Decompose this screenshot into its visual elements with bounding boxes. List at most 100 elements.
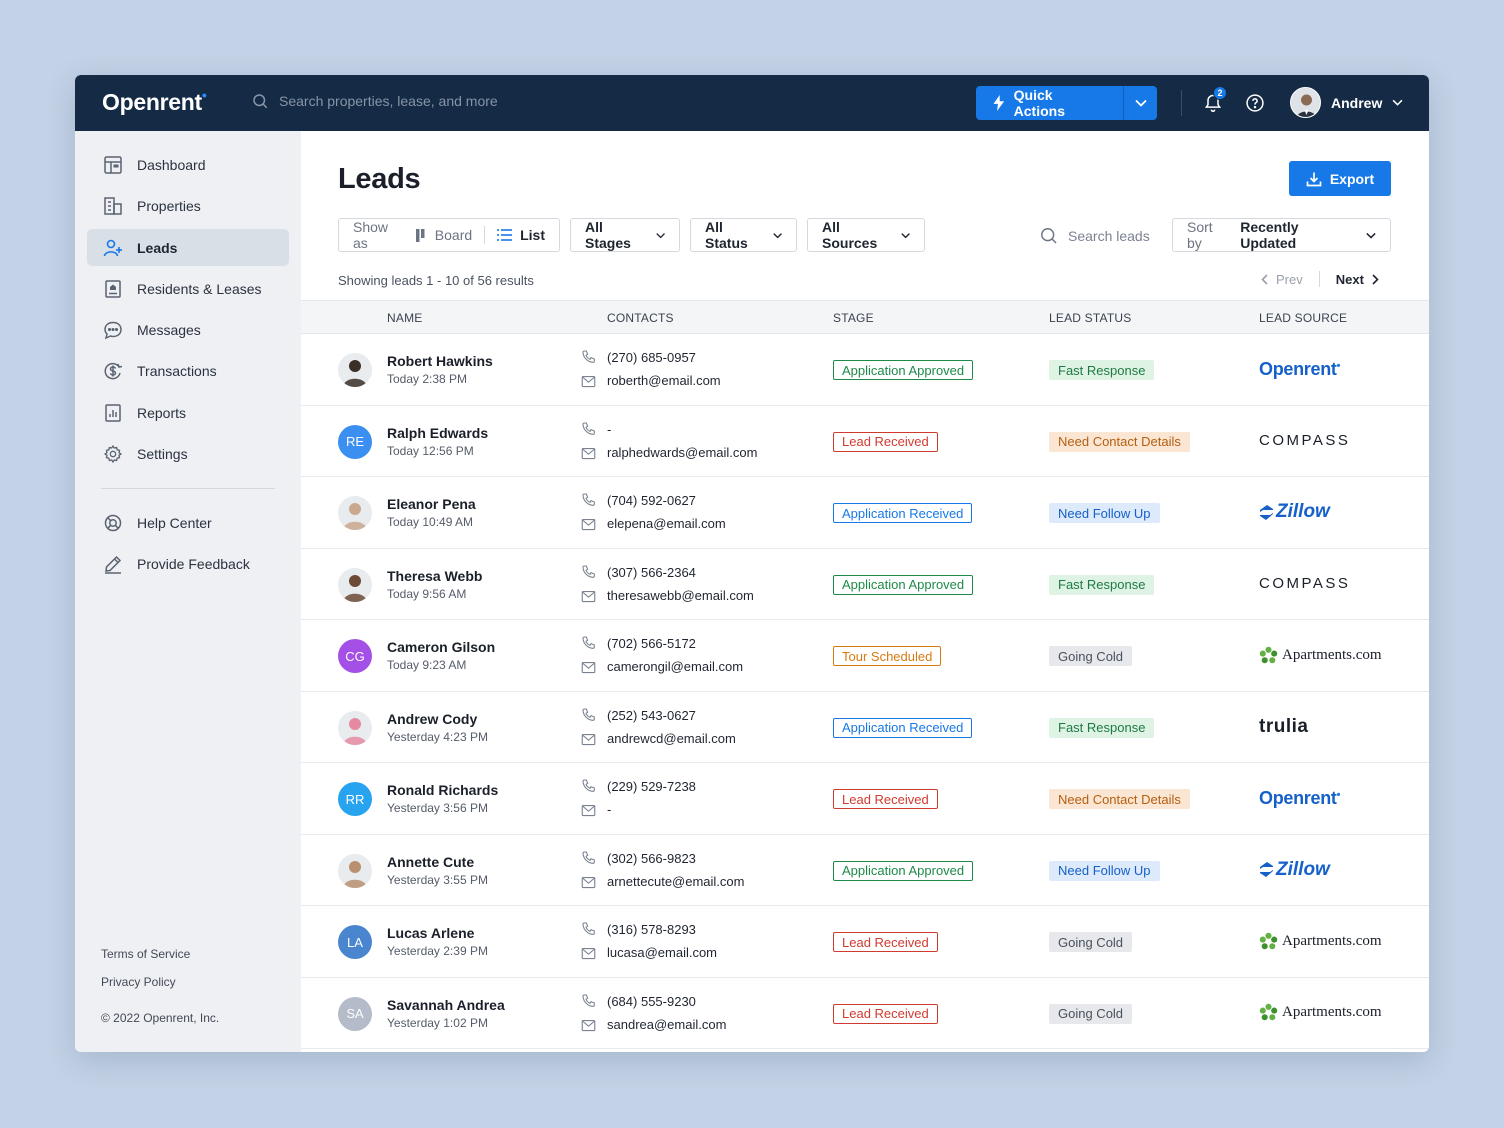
lead-email[interactable]: sandrea@email.com	[607, 1017, 726, 1032]
lead-phone[interactable]: (702) 566-5172	[607, 636, 696, 651]
lead-status-badge: Need Follow Up	[1049, 860, 1160, 881]
sidebar-item-settings[interactable]: Settings	[87, 435, 289, 472]
help-button[interactable]	[1245, 93, 1265, 118]
sidebar-item-provide-feedback[interactable]: Provide Feedback	[87, 545, 289, 582]
lead-phone[interactable]: (302) 566-9823	[607, 851, 696, 866]
sort-dropdown[interactable]: Sort by Recently Updated	[1172, 218, 1391, 252]
lead-source: Apartments.com	[1259, 1000, 1382, 1026]
lead-name[interactable]: Eleanor Pena	[387, 496, 476, 512]
table-row[interactable]: Theresa Webb Today 9:56 AM (307) 566-2364 t…	[301, 549, 1429, 620]
column-header-lead-source[interactable]: LEAD SOURCE	[1259, 311, 1347, 325]
column-header-stage[interactable]: STAGE	[833, 311, 874, 325]
board-view-button[interactable]: Board	[415, 227, 472, 243]
chevron-right-icon	[1372, 273, 1379, 285]
sidebar-item-leads[interactable]: Leads	[87, 229, 289, 266]
status-filter[interactable]: All Status	[690, 218, 797, 252]
stage-badge: Lead Received	[833, 932, 938, 952]
sidebar-item-messages[interactable]: Messages	[87, 311, 289, 348]
sidebar-item-properties[interactable]: Properties	[87, 187, 289, 224]
page-title: Leads	[338, 163, 421, 195]
lead-name[interactable]: Ralph Edwards	[387, 425, 488, 441]
lead-phone[interactable]: (684) 555-9230	[607, 994, 696, 1009]
lead-name[interactable]: Robert Hawkins	[387, 353, 493, 369]
lead-phone[interactable]: (307) 566-2364	[607, 565, 696, 580]
table-row[interactable]: SA Savannah Andrea Yesterday 1:02 PM (684) …	[301, 978, 1429, 1049]
building-icon	[104, 196, 122, 215]
export-button[interactable]: Export	[1289, 161, 1391, 196]
sidebar-item-label: Provide Feedback	[137, 555, 250, 572]
table-row[interactable]: RE Ralph Edwards Today 12:56 PM - ralphedwar…	[301, 406, 1429, 477]
global-search-placeholder[interactable]: Search properties, lease, and more	[279, 93, 498, 109]
lead-email[interactable]: andrewcd@email.com	[607, 731, 736, 746]
app-logo[interactable]: Openrent•	[102, 87, 207, 116]
lead-name[interactable]: Lucas Arlene	[387, 925, 474, 941]
results-summary: Showing leads 1 - 10 of 56 results	[338, 273, 534, 288]
sidebar-item-transactions[interactable]: Transactions	[87, 352, 289, 389]
lead-name[interactable]: Cameron Gilson	[387, 639, 495, 655]
sidebar-item-help-center[interactable]: Help Center	[87, 504, 289, 541]
view-toggle-divider	[484, 226, 486, 244]
lead-name[interactable]: Annette Cute	[387, 854, 474, 870]
sidebar-item-reports[interactable]: Reports	[87, 394, 289, 431]
privacy-link[interactable]: Privacy Policy	[101, 975, 176, 989]
mail-icon	[581, 447, 596, 465]
table-row[interactable]: Andrew Cody Yesterday 4:23 PM (252) 543-06…	[301, 692, 1429, 763]
stage-badge: Tour Scheduled	[833, 646, 942, 666]
sidebar-divider	[101, 488, 275, 489]
column-header-contacts[interactable]: CONTACTS	[607, 311, 674, 325]
chevron-down-icon	[1366, 232, 1376, 239]
table-row[interactable]: CG Cameron Gilson Today 9:23 AM (702) 566-5…	[301, 620, 1429, 692]
lead-phone[interactable]: (270) 685-0957	[607, 350, 696, 365]
dollar-icon	[104, 362, 123, 379]
table-row[interactable]: Annette Cute Yesterday 3:55 PM (302) 566-9…	[301, 835, 1429, 906]
column-header-name[interactable]: NAME	[387, 311, 422, 325]
next-page-button[interactable]: Next	[1336, 272, 1379, 287]
stages-filter[interactable]: All Stages	[570, 218, 680, 252]
lead-email[interactable]: roberth@email.com	[607, 373, 721, 388]
lead-email[interactable]: elepena@email.com	[607, 516, 726, 531]
quick-actions-button[interactable]: Quick Actions	[976, 86, 1123, 120]
lead-email[interactable]: lucasa@email.com	[607, 945, 717, 960]
phone-icon	[581, 707, 597, 728]
table-row[interactable]: Robert Hawkins Today 2:38 PM (270) 685-095…	[301, 334, 1429, 406]
list-view-button[interactable]: List	[497, 227, 545, 243]
main-content: Leads Export Show as Board List All Stag…	[301, 131, 1429, 1052]
search-leads[interactable]: Search leads	[1039, 226, 1150, 245]
user-name: Andrew	[1331, 94, 1383, 111]
lead-phone[interactable]: (229) 529-7238	[607, 779, 696, 794]
lead-name[interactable]: Theresa Webb	[387, 568, 482, 584]
table-row[interactable]: RR Ronald Richards Yesterday 3:56 PM (229) …	[301, 763, 1429, 835]
search-leads-input[interactable]: Search leads	[1068, 228, 1150, 244]
lead-status-badge: Need Contact Details	[1049, 431, 1190, 452]
lead-phone[interactable]: -	[607, 422, 611, 437]
notifications-button[interactable]: 2	[1203, 86, 1227, 114]
lead-name[interactable]: Andrew Cody	[387, 711, 477, 727]
apartments-com-logo: Apartments.com	[1259, 932, 1382, 951]
lead-name[interactable]: Savannah Andrea	[387, 997, 505, 1013]
apartments-mark-icon	[1259, 932, 1278, 949]
column-header-lead-status[interactable]: LEAD STATUS	[1049, 311, 1131, 325]
sidebar-item-residents-leases[interactable]: Residents & Leases	[87, 270, 289, 307]
lead-name[interactable]: Ronald Richards	[387, 782, 498, 798]
lead-email[interactable]: arnettecute@email.com	[607, 874, 744, 889]
lead-phone[interactable]: (316) 578-8293	[607, 922, 696, 937]
openrent-logo: Openrent•	[1259, 787, 1341, 808]
table-row[interactable]: LA Lucas Arlene Yesterday 2:39 PM (316) 578…	[301, 906, 1429, 978]
sidebar-item-dashboard[interactable]: Dashboard	[87, 146, 289, 183]
lead-phone[interactable]: (252) 543-0627	[607, 708, 696, 723]
prev-page-button[interactable]: Prev	[1261, 272, 1303, 287]
lead-email[interactable]: theresawebb@email.com	[607, 588, 754, 603]
lead-time: Today 2:38 PM	[387, 372, 468, 386]
apartments-mark-icon	[1259, 646, 1278, 663]
lead-email[interactable]: camerongil@email.com	[607, 659, 743, 674]
global-search[interactable]: Search properties, lease, and more	[251, 92, 498, 110]
compass-logo: COMPASS	[1259, 432, 1351, 449]
table-row[interactable]: Eleanor Pena Today 10:49 AM (704) 592-0627…	[301, 477, 1429, 549]
sources-filter[interactable]: All Sources	[807, 218, 925, 252]
quick-actions-dropdown[interactable]	[1123, 86, 1157, 120]
lead-email[interactable]: ralphedwards@email.com	[607, 445, 757, 460]
lead-email[interactable]: -	[607, 802, 611, 817]
lead-phone[interactable]: (704) 592-0627	[607, 493, 696, 508]
user-menu[interactable]: Andrew	[1290, 87, 1403, 118]
terms-link[interactable]: Terms of Service	[101, 947, 190, 961]
